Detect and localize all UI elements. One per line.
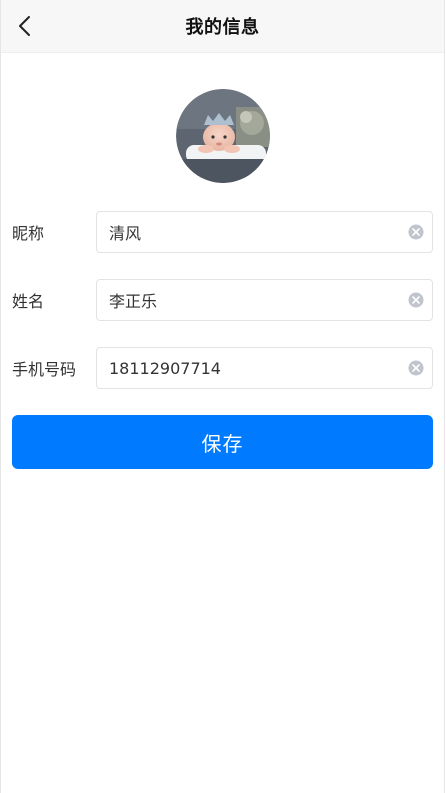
page-title: 我的信息 [185,17,260,38]
app-screen: 我的信息 昵称 清风 姓名 李正乐 手机号码 18112907714 保存 [0,0,445,793]
name-row: 姓名 李正乐 [12,279,433,321]
chevron-left-icon [19,16,30,36]
nav-bar: 我的信息 [1,0,444,53]
name-value: 李正乐 [109,292,158,311]
clear-icon[interactable] [408,224,424,240]
avatar-section [1,53,444,183]
phone-field[interactable]: 18112907714 [96,347,433,389]
name-field[interactable]: 李正乐 [96,279,433,321]
nickname-value: 清风 [109,224,142,243]
name-label: 姓名 [12,292,45,311]
save-button[interactable]: 保存 [12,415,433,469]
phone-row: 手机号码 18112907714 [12,347,433,389]
nickname-field[interactable]: 清风 [96,211,433,253]
avatar[interactable] [175,89,270,183]
back-button[interactable] [11,12,39,40]
phone-value: 18112907714 [109,358,221,378]
clear-icon[interactable] [408,292,424,308]
phone-label: 手机号码 [12,360,77,379]
profile-form: 昵称 清风 姓名 李正乐 手机号码 18112907714 保存 [1,211,444,469]
nickname-label: 昵称 [12,224,45,243]
nickname-row: 昵称 清风 [12,211,433,253]
clear-icon[interactable] [408,360,424,376]
